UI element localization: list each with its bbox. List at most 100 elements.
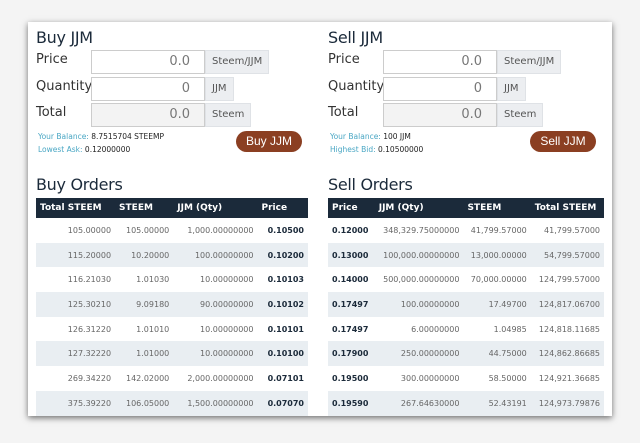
order-cell: 41,799.57000 bbox=[470, 225, 527, 235]
sell-qty-row: Quantity 0 JJM bbox=[328, 77, 604, 101]
order-cell: 9.09180 bbox=[115, 292, 174, 317]
column-header: Total STEEM bbox=[36, 198, 116, 218]
order-cell: 115.20000 bbox=[36, 242, 116, 268]
quantity-label: Quantity bbox=[328, 79, 385, 94]
order-cell: 100.00000000 bbox=[173, 242, 258, 268]
order-cell: 0.10500 bbox=[267, 225, 304, 235]
buy-quantity-input[interactable]: 0 bbox=[91, 77, 205, 101]
sell-price-input[interactable]: 0.0 bbox=[383, 50, 497, 74]
balance-label: Your Balance: bbox=[38, 132, 89, 141]
order-cell: 105.00000 bbox=[67, 225, 112, 235]
order-row[interactable]: 0.13000 100,000.00000000 13,000.00000 54,79… bbox=[328, 242, 604, 268]
order-row[interactable]: 0.12000 348,329.75000000 41,799.57000 41,79… bbox=[328, 218, 604, 243]
column-header: STEEM bbox=[463, 198, 531, 218]
order-cell: 52.43191 bbox=[463, 390, 531, 416]
order-cell: 1,500.00000000 bbox=[173, 390, 258, 416]
lowest-ask-label: Lowest Ask: bbox=[38, 145, 83, 154]
order-row[interactable]: 0.14000 500,000.00000000 70,000.00000 124,7… bbox=[328, 267, 604, 292]
order-cell: 17.49700 bbox=[463, 292, 531, 317]
order-cell: 0.17497 bbox=[332, 324, 369, 334]
order-cell: 0.07070 bbox=[257, 390, 308, 416]
order-cell: 0.13000 bbox=[328, 242, 375, 268]
order-cell: 1.04985 bbox=[493, 324, 527, 334]
order-cell: 0.10200 bbox=[257, 242, 308, 268]
buy-qty-row: Quantity 0 JJM bbox=[36, 77, 308, 101]
order-cell: 10.00000000 bbox=[200, 275, 254, 285]
order-cell: 0.10100 bbox=[257, 341, 308, 367]
column-header: JJM (Qty) bbox=[374, 198, 464, 218]
buy-button[interactable]: Buy JJM bbox=[236, 131, 302, 152]
order-row[interactable]: 105.00000 105.00000 1,000.00000000 0.10500 bbox=[36, 218, 308, 243]
order-cell: 125.30210 bbox=[36, 292, 116, 317]
order-cell: 44.75000 bbox=[463, 341, 531, 367]
order-cell: 106.05000 bbox=[115, 390, 174, 416]
order-row[interactable]: 127.32220 1.01000 10.00000000 0.10100 bbox=[36, 341, 308, 367]
order-cell: 54,799.57000 bbox=[530, 242, 604, 268]
sell-title: Sell JJM bbox=[328, 28, 383, 47]
balance-value[interactable]: 8.7515704 STEEMP bbox=[91, 132, 164, 141]
order-cell: 250.00000000 bbox=[374, 341, 464, 367]
column-header: Price bbox=[328, 198, 375, 218]
order-cell: 13,000.00000 bbox=[463, 242, 531, 268]
order-row[interactable]: 269.34220 142.02000 2,000.00000000 0.07101 bbox=[36, 366, 308, 391]
order-cell: 142.02000 bbox=[126, 373, 170, 383]
sell-total-row: Total 0.0 Steem bbox=[328, 103, 604, 127]
order-cell: 70,000.00000 bbox=[470, 275, 527, 285]
sell-quantity-input[interactable]: 0 bbox=[383, 77, 497, 101]
order-row[interactable]: 126.31220 1.01010 10.00000000 0.10101 bbox=[36, 317, 308, 342]
order-cell: 127.32220 bbox=[36, 341, 116, 367]
column-header: Price bbox=[257, 198, 308, 218]
total-unit: Steem bbox=[497, 103, 544, 127]
order-cell: 1,000.00000000 bbox=[187, 225, 254, 235]
order-cell: 0.17497 bbox=[328, 292, 375, 317]
quantity-unit: JJM bbox=[205, 77, 234, 101]
balance-value[interactable]: 100 JJM bbox=[383, 132, 411, 141]
order-cell: 90.00000000 bbox=[173, 292, 258, 317]
order-cell: 124,862.86685 bbox=[530, 341, 604, 367]
price-unit: Steem/JJM bbox=[205, 50, 270, 74]
order-cell: 0.17900 bbox=[328, 341, 375, 367]
order-cell: 500,000.00000000 bbox=[383, 275, 460, 285]
order-row[interactable]: 0.17900 250.00000000 44.75000 124,862.86685 bbox=[328, 341, 604, 367]
order-cell: 100.00000000 bbox=[374, 292, 464, 317]
order-row[interactable]: 115.20000 10.20000 100.00000000 0.10200 bbox=[36, 242, 308, 268]
order-row[interactable]: 0.19590 267.64630000 52.43191 124,973.79876 bbox=[328, 390, 604, 416]
sell-orders-title: Sell Orders bbox=[328, 175, 413, 194]
total-label: Total bbox=[328, 105, 359, 120]
order-row[interactable]: 0.17497 6.00000000 1.04985 124,818.11685 bbox=[328, 317, 604, 342]
order-row[interactable]: 0.19500 300.00000000 58.50000 124,921.36685 bbox=[328, 366, 604, 391]
balance-label: Your Balance: bbox=[330, 132, 381, 141]
order-cell: 124,921.36685 bbox=[538, 373, 600, 383]
order-cell: 1.01010 bbox=[136, 324, 170, 334]
market-panel: Buy JJM Price 0.0 Steem/JJM Quantity 0 J… bbox=[28, 22, 612, 416]
column-header: Total STEEM bbox=[530, 198, 604, 218]
buy-balance: Your Balance: 8.7515704 STEEMP bbox=[38, 132, 164, 141]
order-row[interactable]: 375.39220 106.05000 1,500.00000000 0.07070 bbox=[36, 390, 308, 416]
price-label: Price bbox=[328, 52, 360, 67]
order-row[interactable]: 125.30210 9.09180 90.00000000 0.10102 bbox=[36, 292, 308, 317]
order-cell: 41,799.57000 bbox=[544, 225, 600, 235]
lowest-ask: Lowest Ask: 0.12000000 bbox=[38, 145, 130, 154]
order-cell: 267.64630000 bbox=[374, 390, 464, 416]
order-cell: 10.20000 bbox=[115, 242, 174, 268]
buy-price-row: Price 0.0 Steem/JJM bbox=[36, 50, 308, 74]
order-row[interactable]: 116.21030 1.01030 10.00000000 0.10103 bbox=[36, 267, 308, 292]
order-cell: 10.00000000 bbox=[173, 341, 258, 367]
column-header: STEEM bbox=[115, 198, 174, 218]
lowest-ask-value[interactable]: 0.12000000 bbox=[85, 145, 130, 154]
sell-button[interactable]: Sell JJM bbox=[530, 131, 596, 152]
sell-balance: Your Balance: 100 JJM bbox=[330, 132, 411, 141]
total-unit: Steem bbox=[205, 103, 252, 127]
order-cell: 1.01000 bbox=[115, 341, 174, 367]
order-cell: 269.34220 bbox=[67, 373, 112, 383]
order-cell: 105.00000 bbox=[126, 225, 170, 235]
column-header: JJM (Qty) bbox=[173, 198, 258, 218]
buy-price-input[interactable]: 0.0 bbox=[91, 50, 205, 74]
highest-bid-value[interactable]: 0.10500000 bbox=[378, 145, 423, 154]
buy-orders-title: Buy Orders bbox=[36, 175, 123, 194]
order-cell: 116.21030 bbox=[67, 275, 112, 285]
order-cell: 124,817.06700 bbox=[530, 292, 604, 317]
order-cell: 0.10101 bbox=[267, 324, 304, 334]
price-unit: Steem/JJM bbox=[497, 50, 562, 74]
order-row[interactable]: 0.17497 100.00000000 17.49700 124,817.06700 bbox=[328, 292, 604, 317]
